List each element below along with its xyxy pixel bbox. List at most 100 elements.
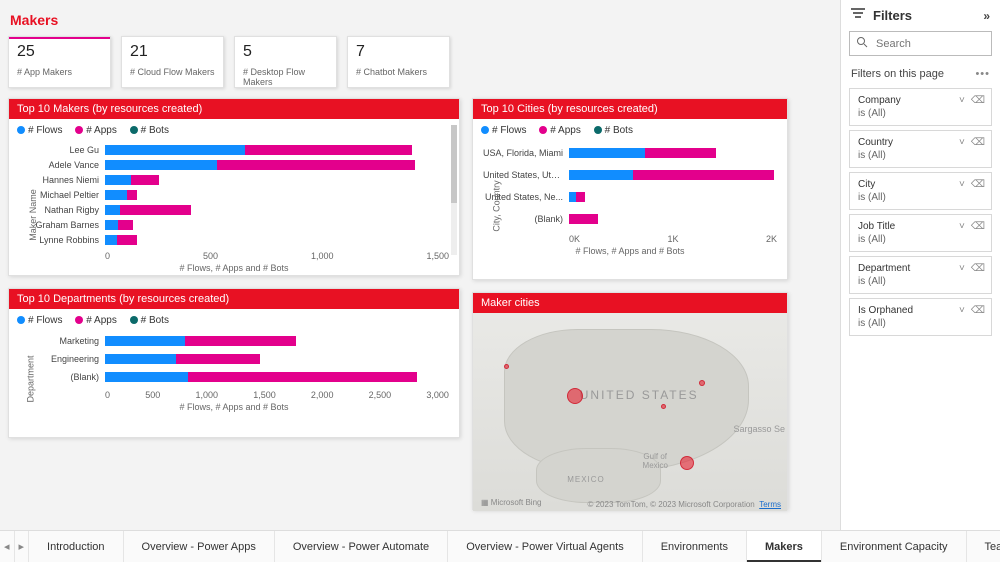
page-tab[interactable]: Teams Environments <box>967 531 1000 562</box>
kpi-value: 5 <box>243 43 328 61</box>
filter-value: is (All) <box>858 108 983 119</box>
legend: # Flows # Apps # Bots <box>473 119 787 138</box>
bar-row[interactable]: Michael Peltier <box>105 187 449 202</box>
panel-header: Top 10 Cities (by resources created) <box>473 99 787 119</box>
clear-filter-icon[interactable]: ⌫ <box>971 305 985 316</box>
bar-segment[interactable] <box>569 148 645 158</box>
bar-segment[interactable] <box>185 336 296 346</box>
kpi-value: 7 <box>356 43 441 61</box>
clear-filter-icon[interactable]: ⌫ <box>971 95 985 106</box>
kpi-value: 25 <box>17 43 102 61</box>
page-tab[interactable]: Makers <box>747 531 822 562</box>
filter-card[interactable]: Country is (All) ˅⌫ <box>849 130 992 168</box>
bar-segment[interactable] <box>105 190 127 200</box>
kpi-card[interactable]: 21# Cloud Flow Makers <box>121 36 224 88</box>
bar-segment[interactable] <box>120 205 191 215</box>
bar-segment[interactable] <box>105 354 176 364</box>
bar-segment[interactable] <box>105 145 245 155</box>
filter-card[interactable]: City is (All) ˅⌫ <box>849 172 992 210</box>
x-tick: 0 <box>105 390 110 400</box>
bar-row[interactable]: United States, Ne... <box>569 186 777 208</box>
kpi-card[interactable]: 7# Chatbot Makers <box>347 36 450 88</box>
tabs-prev-button[interactable]: ◂ <box>0 531 15 562</box>
chevron-down-icon[interactable]: ˅ <box>959 179 965 190</box>
filter-value: is (All) <box>858 318 983 329</box>
top-departments-panel: Top 10 Departments (by resources created… <box>8 288 460 438</box>
x-tick: 0 <box>105 251 110 261</box>
clear-filter-icon[interactable]: ⌫ <box>971 137 985 148</box>
bar-row[interactable]: United States, Uta... <box>569 164 777 186</box>
x-tick: 2K <box>766 234 777 244</box>
bar-segment[interactable] <box>105 220 118 230</box>
chevron-down-icon[interactable]: ˅ <box>959 305 965 316</box>
bar-row[interactable]: USA, Florida, Miami <box>569 142 777 164</box>
bar-row[interactable]: (Blank) <box>105 368 449 386</box>
map[interactable]: UNITED STATES Sargasso Se Gulf of Mexico… <box>473 313 787 511</box>
chevron-down-icon[interactable]: ˅ <box>959 95 965 106</box>
bar-segment[interactable] <box>245 145 413 155</box>
bar-segment[interactable] <box>105 160 217 170</box>
bar-segment[interactable] <box>569 192 576 202</box>
bar-segment[interactable] <box>105 372 188 382</box>
clear-filter-icon[interactable]: ⌫ <box>971 179 985 190</box>
bar-segment[interactable] <box>131 175 159 185</box>
bar-segment[interactable] <box>633 170 773 180</box>
more-icon[interactable]: ••• <box>975 68 990 80</box>
bar-segment[interactable] <box>105 205 120 215</box>
kpi-card[interactable]: 25 # App Makers <box>8 36 111 88</box>
bar-row[interactable]: Hannes Niemi <box>105 172 449 187</box>
bar-segment[interactable] <box>217 160 415 170</box>
bar-segment[interactable] <box>118 220 133 230</box>
page-tab[interactable]: Overview - Power Apps <box>124 531 275 562</box>
bar-segment[interactable] <box>576 192 584 202</box>
tabs-next-button[interactable]: ▸ <box>15 531 30 562</box>
bar-row[interactable]: Lynne Robbins <box>105 232 449 247</box>
top-cities-panel: Top 10 Cities (by resources created) # F… <box>472 98 788 280</box>
page-tab[interactable]: Introduction <box>29 531 123 562</box>
bar-row[interactable]: Marketing <box>105 332 449 350</box>
bar-segment[interactable] <box>105 175 131 185</box>
page-tab[interactable]: Environments <box>643 531 747 562</box>
bar-row[interactable]: Adele Vance <box>105 157 449 172</box>
filter-card[interactable]: Department is (All) ˅⌫ <box>849 256 992 294</box>
filter-card[interactable]: Is Orphaned is (All) ˅⌫ <box>849 298 992 336</box>
clear-filter-icon[interactable]: ⌫ <box>971 263 985 274</box>
kpi-label: # App Makers <box>17 67 102 77</box>
bar-row[interactable]: (Blank) <box>569 208 777 230</box>
filters-search[interactable] <box>849 31 992 56</box>
x-tick: 1K <box>667 234 678 244</box>
bar-segment[interactable] <box>188 372 417 382</box>
chevron-down-icon[interactable]: ˅ <box>959 221 965 232</box>
bar-segment[interactable] <box>105 336 185 346</box>
bar-segment[interactable] <box>105 235 117 245</box>
bar-segment[interactable] <box>176 354 260 364</box>
bar-segment[interactable] <box>569 214 598 224</box>
page-tab[interactable]: Overview - Power Automate <box>275 531 448 562</box>
bar-row[interactable]: Engineering <box>105 350 449 368</box>
bar-row[interactable]: Lee Gu <box>105 142 449 157</box>
x-tick: 500 <box>203 251 218 261</box>
bar-row[interactable]: Nathan Rigby <box>105 202 449 217</box>
chevron-down-icon[interactable]: ˅ <box>959 137 965 148</box>
page-tab[interactable]: Overview - Power Virtual Agents <box>448 531 643 562</box>
bar-segment[interactable] <box>127 190 138 200</box>
clear-filter-icon[interactable]: ⌫ <box>971 221 985 232</box>
page-tab[interactable]: Environment Capacity <box>822 531 967 562</box>
bar-row[interactable]: Graham Barnes <box>105 217 449 232</box>
legend: # Flows # Apps # Bots <box>9 309 459 328</box>
filter-card[interactable]: Company is (All) ˅⌫ <box>849 88 992 126</box>
x-axis-label: # Flows, # Apps and # Bots <box>483 246 777 256</box>
map-point[interactable] <box>680 456 694 470</box>
top-makers-panel: Top 10 Makers (by resources created) # F… <box>8 98 460 276</box>
bar-segment[interactable] <box>569 170 633 180</box>
collapse-filters-button[interactable]: » <box>983 9 990 23</box>
bar-segment[interactable] <box>117 235 137 245</box>
bar-segment[interactable] <box>645 148 716 158</box>
chevron-down-icon[interactable]: ˅ <box>959 263 965 274</box>
x-tick: 1,500 <box>253 390 276 400</box>
search-input[interactable] <box>874 37 1000 51</box>
kpi-card[interactable]: 5# Desktop Flow Makers <box>234 36 337 88</box>
filter-card[interactable]: Job Title is (All) ˅⌫ <box>849 214 992 252</box>
scrollbar[interactable] <box>451 125 457 255</box>
map-terms-link[interactable]: Terms <box>759 500 781 509</box>
